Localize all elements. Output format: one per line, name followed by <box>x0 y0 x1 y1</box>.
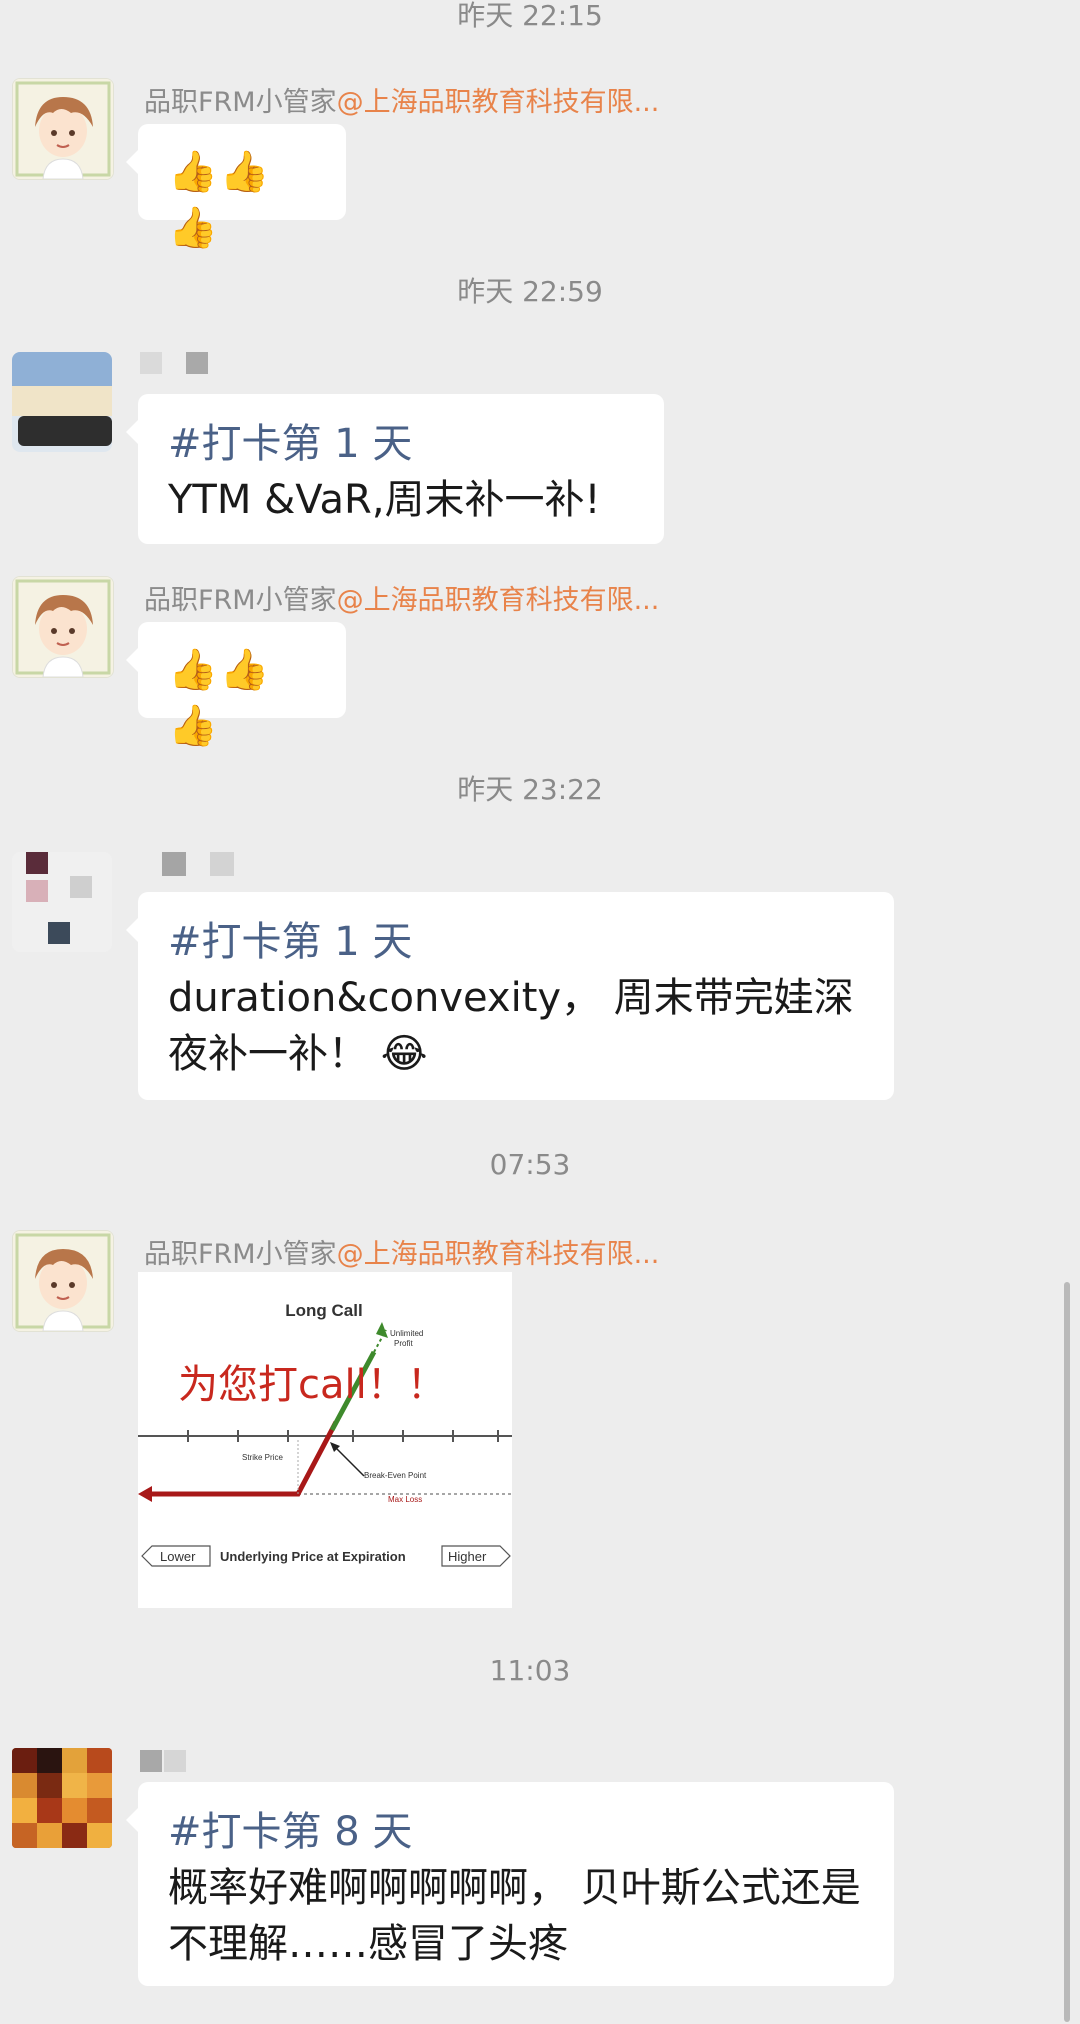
scrollbar[interactable] <box>1064 1282 1070 2022</box>
diagram-title: Long Call <box>285 1301 362 1320</box>
message-text: duration&convexity， 周末带完娃深夜补一补！ 😂 <box>168 975 854 1077</box>
blurred-name <box>210 852 234 876</box>
sender-name: 品职FRM小管家@上海品职教育科技有限... <box>144 80 659 119</box>
axis-label: Underlying Price at Expiration <box>220 1549 406 1564</box>
max-loss-label: Max Loss <box>388 1495 422 1504</box>
message-bubble[interactable]: 👍👍👍 <box>126 124 346 251</box>
strike-price-label: Strike Price <box>242 1453 283 1462</box>
thumbs-up-icon: 👍👍👍 <box>168 149 272 251</box>
checkin-tag: #打卡第 1 天 <box>168 421 413 467</box>
blurred-name <box>140 352 162 374</box>
message-bubble[interactable]: 👍👍👍 <box>126 622 346 749</box>
mention-link[interactable]: @上海品职教育科技有限... <box>337 585 660 616</box>
checkin-tag: #打卡第 8 天 <box>168 1809 413 1855</box>
timestamp: 昨天 23:22 <box>457 773 603 806</box>
message-text: YTM &VaR,周末补一补! <box>168 477 601 523</box>
bot-avatar[interactable] <box>12 78 114 180</box>
image-message[interactable]: Long Call Unlimited Profit Strike Price … <box>138 1272 512 1608</box>
user-avatar[interactable] <box>12 852 112 952</box>
user-avatar[interactable] <box>12 1748 112 1848</box>
sender-name: 品职FRM小管家@上海品职教育科技有限... <box>144 1232 659 1271</box>
bot-avatar[interactable] <box>12 1230 114 1332</box>
anime-boy-icon <box>13 577 113 677</box>
blurred-name <box>140 1750 162 1772</box>
blurred-name <box>164 1750 186 1772</box>
timestamp: 昨天 22:59 <box>457 275 603 308</box>
profit-label: Profit <box>394 1339 413 1348</box>
message-bubble[interactable]: #打卡第 1 天 YTM &VaR,周末补一补! <box>126 394 664 544</box>
sender-label: 品职FRM小管家 <box>144 585 337 616</box>
long-call-diagram: Long Call Unlimited Profit Strike Price … <box>138 1301 512 1567</box>
anime-boy-icon <box>13 1231 113 1331</box>
mention-link[interactable]: @上海品职教育科技有限... <box>337 87 660 118</box>
timestamp: 昨天 22:15 <box>457 0 603 32</box>
sender-label: 品职FRM小管家 <box>144 1239 337 1270</box>
overlay-text: 为您打call！！ <box>178 1362 447 1408</box>
sender-name: 品职FRM小管家@上海品职教育科技有限... <box>144 578 659 617</box>
message-bubble[interactable]: #打卡第 8 天 概率好难啊啊啊啊啊， 贝叶斯公式还是不理解……感冒了头疼 <box>126 1782 894 1986</box>
mention-link[interactable]: @上海品职教育科技有限... <box>337 1239 660 1270</box>
thumbs-up-icon: 👍👍👍 <box>168 647 272 749</box>
checkin-tag: #打卡第 1 天 <box>168 919 413 965</box>
sender-label: 品职FRM小管家 <box>144 87 337 118</box>
blurred-name <box>162 852 186 876</box>
break-even-label: Break-Even Point <box>364 1471 427 1480</box>
message-text: 概率好难啊啊啊啊啊， 贝叶斯公式还是不理解……感冒了头疼 <box>168 1865 861 1967</box>
unlimited-label: Unlimited <box>390 1329 423 1338</box>
timestamp: 07:53 <box>489 1148 571 1181</box>
timestamp: 11:03 <box>489 1654 571 1687</box>
anime-boy-icon <box>13 79 113 179</box>
lower-label: Lower <box>160 1549 196 1564</box>
blurred-name <box>186 352 208 374</box>
message-bubble[interactable]: #打卡第 1 天 duration&convexity， 周末带完娃深夜补一补！… <box>126 892 894 1100</box>
bot-avatar[interactable] <box>12 576 114 678</box>
user-avatar[interactable] <box>12 352 112 452</box>
higher-label: Higher <box>448 1549 487 1564</box>
